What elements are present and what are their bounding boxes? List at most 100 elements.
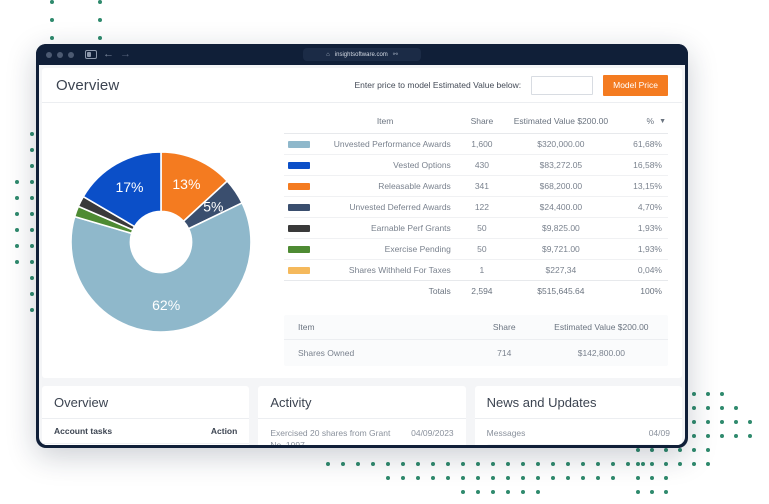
decorative-dot: [30, 68, 34, 72]
overview-card: Overview Enter price to model Estimated …: [42, 68, 682, 378]
decorative-dot: [371, 462, 375, 466]
forward-arrow-icon[interactable]: →: [120, 49, 131, 60]
decorative-dots-bottom: [326, 462, 686, 504]
row-value: $9,721.00: [507, 238, 615, 260]
row-value: $320,000.00: [507, 133, 615, 155]
decorative-dot: [734, 448, 738, 452]
share-icon[interactable]: ⚯: [393, 51, 398, 58]
decorative-dot: [15, 132, 19, 136]
decorative-dot: [671, 490, 675, 494]
decorative-dot: [98, 0, 102, 4]
row-percent: 61,68%: [614, 133, 668, 155]
decorative-dot: [720, 406, 724, 410]
table-row[interactable]: Earnable Perf Grants 50 $9,825.00 1,93%: [284, 217, 668, 239]
th-percent[interactable]: % ▼: [615, 111, 668, 134]
decorative-dot: [720, 490, 724, 494]
price-input[interactable]: [531, 75, 594, 95]
row-share: 1,600: [456, 133, 507, 155]
maximize-button[interactable]: [68, 51, 74, 58]
table-row[interactable]: Unvested Performance Awards 1,600 $320,000…: [284, 133, 668, 155]
table-row[interactable]: Unvested Deferred Awards 122 $24,400.00 4,7…: [284, 196, 668, 218]
activity-card: Activity Exercised 20 shares from Grant …: [258, 386, 466, 445]
action-label: Action: [210, 426, 238, 436]
decorative-dot: [626, 462, 630, 466]
table-row[interactable]: Releasable Awards 341 $68,200.00 13,15%: [284, 175, 668, 197]
model-price-button[interactable]: Model Price: [603, 74, 668, 96]
row-share: 341: [456, 175, 507, 197]
decorative-dot: [521, 476, 525, 480]
decorative-dot: [30, 308, 34, 312]
news-entry[interactable]: Messages 04/09: [475, 419, 682, 444]
donut-chart: 13% 5% 62% 17%: [69, 150, 253, 334]
decorative-dot: [446, 476, 450, 480]
decorative-dot: [491, 462, 495, 466]
decorative-dot: [0, 132, 4, 136]
row-item: Releasable Awards: [313, 175, 457, 197]
decorative-dot: [30, 148, 34, 152]
minimize-button[interactable]: [57, 51, 63, 58]
decorative-dot: [15, 276, 19, 280]
sort-caret-icon[interactable]: ▼: [659, 118, 666, 125]
th-item: Item: [376, 116, 394, 126]
decorative-dot: [15, 340, 19, 344]
decorative-dot: [678, 448, 682, 452]
table-row[interactable]: Vested Options 430 $83,272.05 16,58%: [284, 154, 668, 176]
window-controls[interactable]: [46, 51, 74, 58]
decorative-dot: [664, 490, 668, 494]
decorative-dot: [15, 100, 19, 104]
sub-table-body: Shares Owned 714 $142,800.00: [284, 339, 668, 366]
decorative-dot: [74, 18, 78, 22]
url-bar[interactable]: ⌂ insightsoftware.com ⚯: [303, 48, 421, 61]
legend-swatch: [288, 140, 310, 148]
decorative-dot: [356, 462, 360, 466]
decorative-dot: [734, 406, 738, 410]
row-share: 430: [456, 154, 507, 176]
sidebar-toggle-icon[interactable]: [85, 50, 97, 59]
decorative-dot: [678, 462, 682, 466]
decorative-dot: [0, 276, 4, 280]
table-row[interactable]: Exercise Pending 50 $9,721.00 1,93%: [284, 238, 668, 260]
overview-bottom-title: Overview: [54, 395, 109, 410]
decorative-dot: [30, 116, 34, 120]
decorative-dot: [0, 244, 4, 248]
decorative-dot: [566, 476, 570, 480]
donut-chart-svg: 13%5% 62% 17%: [70, 150, 252, 333]
sub-table-row[interactable]: Shares Owned 714 $142,800.00: [284, 339, 668, 366]
decorative-dot: [692, 490, 696, 494]
decorative-dot: [386, 476, 390, 480]
lock-icon: ⌂: [326, 51, 330, 58]
row-percent: 1,93%: [614, 238, 668, 260]
decorative-dot: [30, 164, 34, 168]
decorative-dot: [356, 476, 360, 480]
news-header: News and Updates: [474, 386, 682, 419]
decorative-dot: [0, 84, 4, 88]
decorative-dot: [581, 462, 585, 466]
news-placeholder-row: [486, 444, 670, 445]
decorative-dot: [15, 68, 19, 72]
row-item: Unvested Performance Awards: [313, 133, 457, 155]
row-share: 50: [456, 238, 507, 260]
row-percent: 13,15%: [614, 175, 668, 197]
decorative-dot: [15, 324, 19, 328]
decorative-dot: [371, 476, 375, 480]
row-share: 1: [456, 259, 507, 281]
activity-entry-text: Exercised 20 shares from Grant No. 1097: [270, 428, 391, 445]
table-row[interactable]: Shares Withheld For Taxes 1 $227,34 0,04%: [284, 259, 668, 281]
decorative-dot: [611, 476, 615, 480]
decorative-dot: [476, 462, 480, 466]
decorative-dot: [326, 490, 330, 494]
activity-entry[interactable]: Exercised 20 shares from Grant No. 1097 …: [258, 419, 465, 445]
decorative-dot: [15, 212, 19, 216]
row-item: Exercise Pending: [313, 238, 457, 260]
overview-bottom-header: Overview: [42, 386, 250, 419]
decorative-dot: [581, 490, 585, 494]
overview-bottom-card: Overview Account tasks Action You have s…: [42, 386, 250, 445]
decorative-dot: [734, 434, 738, 438]
close-button[interactable]: [46, 51, 52, 58]
decorative-dot: [341, 462, 345, 466]
decorative-dot: [521, 462, 525, 466]
back-arrow-icon[interactable]: ←: [103, 49, 114, 60]
decorative-dot: [15, 308, 19, 312]
decorative-dot: [636, 476, 640, 480]
sub-th-item: Item: [298, 322, 315, 332]
